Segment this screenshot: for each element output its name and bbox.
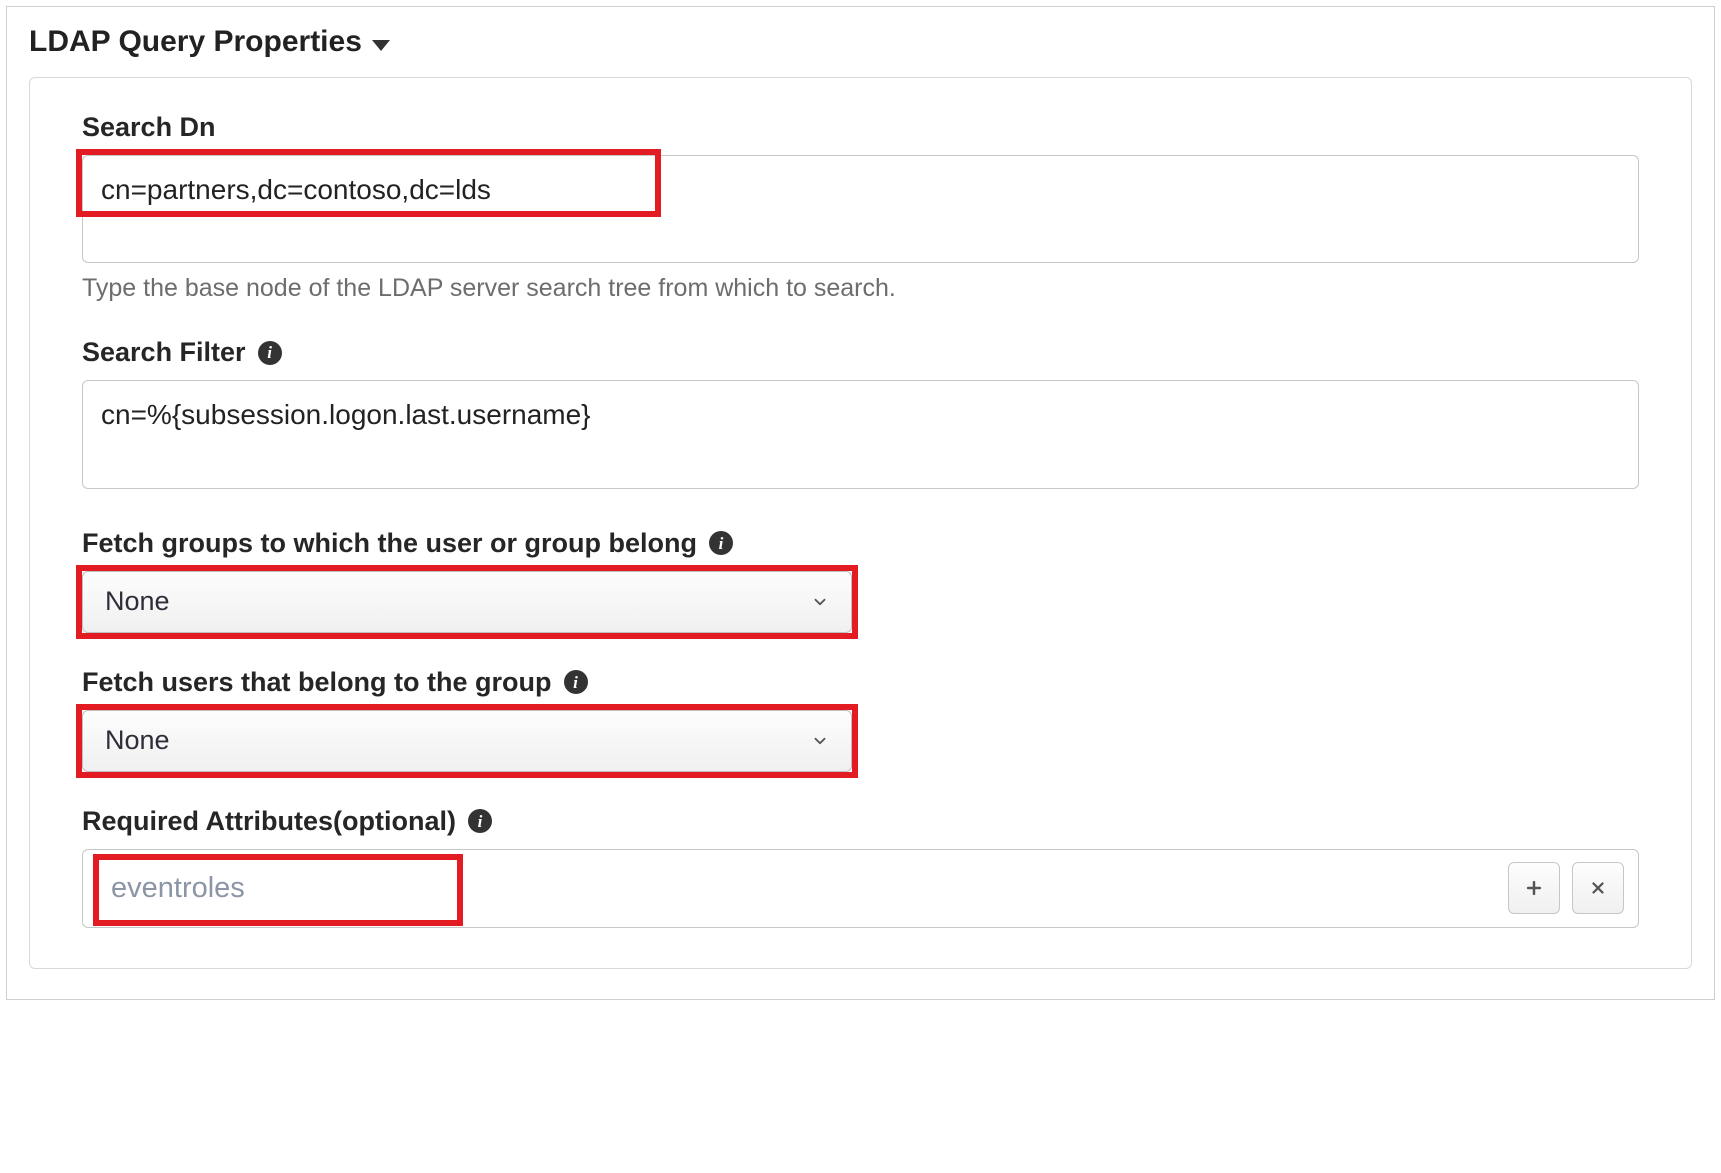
properties-body: Search Dn Type the base node of the LDAP… xyxy=(29,77,1692,969)
section-title: LDAP Query Properties xyxy=(29,25,362,59)
required-attributes-input[interactable] xyxy=(97,862,1496,915)
search-dn-field: Search Dn Type the base node of the LDAP… xyxy=(82,112,1639,303)
caret-down-icon xyxy=(372,40,390,51)
info-icon[interactable]: i xyxy=(468,809,492,833)
fetch-groups-select[interactable]: None xyxy=(82,571,852,633)
search-dn-input[interactable] xyxy=(82,155,1639,263)
section-header[interactable]: LDAP Query Properties xyxy=(29,25,1692,59)
fetch-users-field: Fetch users that belong to the group i N… xyxy=(82,667,1639,772)
info-icon[interactable]: i xyxy=(709,531,733,555)
fetch-groups-label: Fetch groups to which the user or group … xyxy=(82,528,697,559)
search-dn-help: Type the base node of the LDAP server se… xyxy=(82,274,1639,303)
required-attributes-field: Required Attributes(optional) i xyxy=(82,806,1639,928)
search-dn-label: Search Dn xyxy=(82,112,216,143)
required-attributes-box xyxy=(82,849,1639,928)
search-filter-input[interactable] xyxy=(82,380,1639,488)
fetch-groups-field: Fetch groups to which the user or group … xyxy=(82,528,1639,633)
fetch-users-label: Fetch users that belong to the group xyxy=(82,667,552,698)
info-icon[interactable]: i xyxy=(258,341,282,365)
required-attributes-label: Required Attributes(optional) xyxy=(82,806,456,837)
chevron-down-icon xyxy=(811,732,829,750)
fetch-groups-value: None xyxy=(105,586,170,617)
ldap-query-properties-panel: LDAP Query Properties Search Dn Type the… xyxy=(6,6,1715,1000)
fetch-users-value: None xyxy=(105,725,170,756)
info-icon[interactable]: i xyxy=(564,670,588,694)
fetch-users-select[interactable]: None xyxy=(82,710,852,772)
search-filter-label: Search Filter xyxy=(82,337,246,368)
add-attribute-button[interactable] xyxy=(1508,862,1560,914)
search-filter-field: Search Filter i xyxy=(82,337,1639,493)
remove-attribute-button[interactable] xyxy=(1572,862,1624,914)
chevron-down-icon xyxy=(811,593,829,611)
